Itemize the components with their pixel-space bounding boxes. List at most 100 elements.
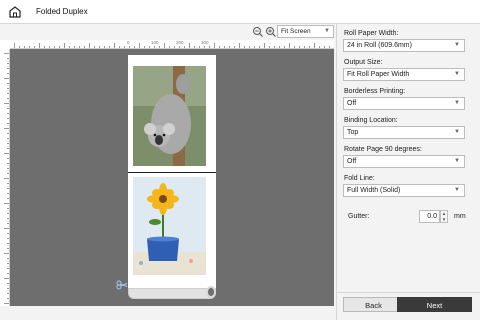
zoom-select-value: Fit Screen: [281, 28, 311, 35]
ruler-tick: [7, 198, 9, 199]
ruler-tick: [7, 223, 9, 224]
ruler-left: [0, 49, 10, 306]
ruler-tick: [4, 278, 9, 279]
gutter-stepper[interactable]: ▲ ▼: [440, 210, 448, 223]
preview-canvas: [10, 49, 334, 306]
ruler-tick: [309, 46, 310, 48]
ruler-tick: [129, 46, 130, 48]
gutter-label: Gutter:: [348, 213, 370, 220]
ruler-tick: [64, 43, 65, 48]
paper-roll: [128, 288, 216, 299]
borderless-printing-label: Borderless Printing:: [344, 88, 406, 95]
fold-line: [128, 172, 216, 173]
roll-paper-width-label: Roll Paper Width:: [344, 30, 399, 37]
back-button[interactable]: Back: [343, 297, 404, 312]
ruler-label: 100: [151, 40, 159, 45]
ruler-tick: [289, 43, 290, 48]
ruler-tick: [304, 46, 305, 48]
ruler-tick: [239, 43, 240, 48]
ruler-tick: [149, 46, 150, 48]
ruler-tick: [39, 43, 40, 48]
ruler-tick: [49, 46, 50, 48]
ruler-tick: [224, 46, 225, 48]
next-button[interactable]: Next: [397, 297, 472, 312]
fold-line-select[interactable]: Full Width (Solid) ▼: [343, 184, 465, 197]
ruler-tick: [74, 46, 75, 48]
ruler-tick: [134, 46, 135, 48]
home-icon[interactable]: [8, 5, 22, 19]
ruler-tick: [7, 108, 9, 109]
preview-toolbar: Fit Screen ▼: [0, 24, 336, 40]
ruler-tick: [319, 46, 320, 48]
ruler-tick: [7, 138, 9, 139]
ruler-tick: [114, 43, 115, 48]
ruler-tick: [4, 78, 9, 79]
ruler-tick: [7, 188, 9, 189]
preview-footer: [0, 306, 336, 320]
ruler-tick: [7, 58, 9, 59]
ruler-tick: [7, 73, 9, 74]
chevron-down-icon: ▼: [454, 187, 460, 193]
ruler-tick: [119, 46, 120, 48]
ruler-tick: [179, 46, 180, 48]
ruler-tick: [7, 258, 9, 259]
ruler-tick: [214, 43, 215, 48]
ruler-tick: [7, 238, 9, 239]
chevron-down-icon: ▼: [454, 42, 460, 48]
window-title: Folded Duplex: [36, 7, 88, 16]
ruler-tick: [7, 273, 9, 274]
ruler-tick: [7, 148, 9, 149]
chevron-up-icon[interactable]: ▲: [441, 211, 447, 216]
ruler-tick: [7, 113, 9, 114]
zoom-out-icon[interactable]: [252, 26, 264, 38]
ruler-tick: [4, 203, 9, 204]
ruler-tick: [7, 233, 9, 234]
panel-divider: [337, 292, 480, 293]
ruler-tick: [7, 118, 9, 119]
ruler-tick: [54, 46, 55, 48]
settings-panel: Roll Paper Width: 24 in Roll (609.6mm) ▼…: [336, 24, 480, 320]
binding-location-select[interactable]: Top ▼: [343, 126, 465, 139]
ruler-tick: [89, 43, 90, 48]
flower-photo: [133, 177, 206, 275]
binding-location-label: Binding Location:: [344, 117, 398, 124]
ruler-tick: [7, 68, 9, 69]
output-size-select[interactable]: Fit Roll Paper Width ▼: [343, 68, 465, 81]
borderless-printing-select[interactable]: Off ▼: [343, 97, 465, 110]
ruler-tick: [79, 46, 80, 48]
title-bar: Folded Duplex: [0, 0, 480, 24]
ruler-tick: [7, 183, 9, 184]
ruler-tick: [7, 263, 9, 264]
zoom-select[interactable]: Fit Screen ▼: [277, 25, 334, 38]
ruler-tick: [14, 43, 15, 48]
fold-line-value: Full Width (Solid): [347, 187, 401, 194]
ruler-tick: [174, 46, 175, 48]
ruler-tick: [7, 218, 9, 219]
ruler-tick: [7, 208, 9, 209]
chevron-down-icon[interactable]: ▼: [441, 217, 447, 222]
ruler-tick: [4, 303, 9, 304]
ruler-tick: [7, 168, 9, 169]
ruler-tick: [4, 128, 9, 129]
ruler-tick: [7, 288, 9, 289]
gutter-unit: mm: [454, 213, 466, 220]
ruler-tick: [7, 133, 9, 134]
chevron-down-icon: ▼: [454, 71, 460, 77]
ruler-label: 0: [127, 40, 130, 45]
ruler-tick: [294, 46, 295, 48]
ruler-tick: [7, 213, 9, 214]
ruler-tick: [19, 46, 20, 48]
roll-paper-width-select[interactable]: 24 in Roll (609.6mm) ▼: [343, 39, 465, 52]
binding-location-value: Top: [347, 129, 359, 136]
ruler-tick: [329, 46, 330, 48]
ruler-tick: [7, 83, 9, 84]
ruler-tick: [7, 88, 9, 89]
zoom-in-icon[interactable]: [265, 26, 277, 38]
gutter-input[interactable]: 0.0: [419, 210, 440, 223]
ruler-tick: [139, 43, 140, 48]
rotate-page-select[interactable]: Off ▼: [343, 155, 465, 168]
ruler-tick: [7, 298, 9, 299]
ruler-tick: [254, 46, 255, 48]
ruler-tick: [159, 46, 160, 48]
roll-paper-width-value: 24 in Roll (609.6mm): [347, 42, 412, 49]
